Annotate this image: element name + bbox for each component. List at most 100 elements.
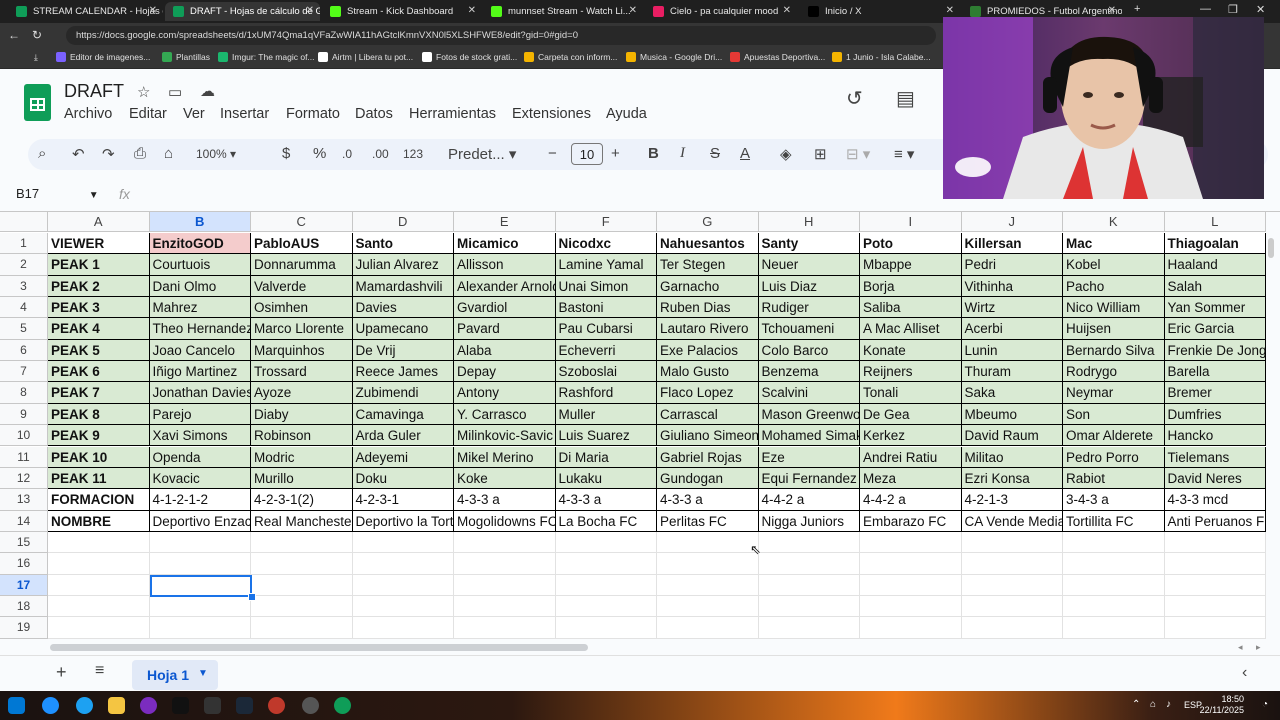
menu-datos[interactable]: Datos bbox=[355, 106, 393, 122]
new-tab-button[interactable]: + bbox=[1134, 3, 1140, 15]
menu-archivo[interactable]: Archivo bbox=[64, 106, 112, 122]
cell-c6[interactable]: Marquinhos bbox=[251, 339, 353, 362]
decrease-decimal-button[interactable]: .0 bbox=[342, 147, 352, 161]
cell-e14[interactable]: Mogolidowns FC bbox=[454, 510, 556, 532]
row-header[interactable]: 17 bbox=[0, 574, 48, 596]
decrease-font-size-icon[interactable]: − bbox=[548, 145, 557, 162]
cell-d18[interactable] bbox=[352, 595, 454, 618]
row-header[interactable]: 10 bbox=[0, 425, 48, 447]
cell-h18[interactable] bbox=[758, 595, 860, 618]
cell-i13[interactable]: 4-4-2 a bbox=[860, 489, 962, 511]
column-header-d[interactable]: D bbox=[352, 212, 454, 232]
file-explorer-icon[interactable] bbox=[108, 697, 125, 714]
cell-l19[interactable] bbox=[1164, 617, 1266, 639]
tab-close-icon[interactable]: ✕ bbox=[468, 5, 476, 16]
cell-a12[interactable]: PEAK 11 bbox=[48, 467, 150, 490]
cell-i1[interactable]: Poto bbox=[860, 233, 962, 255]
cell-c17[interactable] bbox=[251, 574, 353, 596]
search-menus-icon[interactable]: ⌕ bbox=[38, 145, 46, 162]
cell-e19[interactable] bbox=[454, 617, 556, 639]
cell-k6[interactable]: Bernardo Silva bbox=[1063, 339, 1165, 362]
cell-i2[interactable]: Mbappe bbox=[860, 254, 962, 276]
cell-c4[interactable]: Osimhen bbox=[251, 297, 353, 319]
cell-l14[interactable]: Anti Peruanos FC bbox=[1164, 510, 1266, 532]
cell-d19[interactable] bbox=[352, 617, 454, 639]
row-header[interactable]: 7 bbox=[0, 361, 48, 383]
cell-j19[interactable] bbox=[961, 617, 1063, 639]
row-header[interactable]: 8 bbox=[0, 382, 48, 404]
cell-c10[interactable]: Robinson bbox=[251, 425, 353, 447]
cell-b3[interactable]: Dani Olmo bbox=[149, 275, 251, 298]
cell-i10[interactable]: Kerkez bbox=[860, 425, 962, 447]
cell-h8[interactable]: Scalvini bbox=[758, 382, 860, 404]
cell-d5[interactable]: Upamecano bbox=[352, 318, 454, 340]
cell-h13[interactable]: 4-4-2 a bbox=[758, 489, 860, 511]
column-header-c[interactable]: C bbox=[251, 212, 353, 232]
cell-k14[interactable]: Tortillita FC bbox=[1063, 510, 1165, 532]
tab-close-icon[interactable]: ✕ bbox=[946, 5, 954, 16]
cell-f10[interactable]: Luis Suarez bbox=[555, 425, 657, 447]
cell-h9[interactable]: Mason Greenwood bbox=[758, 403, 860, 426]
cell-e16[interactable] bbox=[454, 553, 556, 575]
app-icon-1[interactable] bbox=[140, 697, 157, 714]
column-header-l[interactable]: L bbox=[1164, 212, 1266, 232]
cell-c14[interactable]: Real Manchester bbox=[251, 510, 353, 532]
cell-h11[interactable]: Eze bbox=[758, 446, 860, 468]
cell-f12[interactable]: Lukaku bbox=[555, 467, 657, 490]
number-format-button[interactable]: 123 bbox=[403, 147, 423, 161]
cell-g1[interactable]: Nahuesantos bbox=[657, 233, 759, 255]
cell-e5[interactable]: Pavard bbox=[454, 318, 556, 340]
move-folder-icon[interactable]: ▭ bbox=[168, 83, 182, 101]
cell-e7[interactable]: Depay bbox=[454, 361, 556, 383]
cell-g2[interactable]: Ter Stegen bbox=[657, 254, 759, 276]
collapse-side-panel-icon[interactable]: ‹ bbox=[1242, 664, 1247, 682]
column-header-h[interactable]: H bbox=[758, 212, 860, 232]
cell-h5[interactable]: Tchouameni bbox=[758, 318, 860, 340]
cell-b14[interactable]: Deportivo Enzacio bbox=[149, 510, 251, 532]
bookmark-item[interactable]: Apuestas Deportiva... bbox=[730, 52, 825, 62]
column-header-e[interactable]: E bbox=[454, 212, 556, 232]
cell-k3[interactable]: Pacho bbox=[1063, 275, 1165, 298]
vertical-scrollbar[interactable] bbox=[1268, 238, 1274, 258]
url-field[interactable]: https://docs.google.com/spreadsheets/d/1… bbox=[66, 26, 936, 45]
menu-editar[interactable]: Editar bbox=[129, 106, 167, 122]
cell-c1[interactable]: PabloAUS bbox=[251, 233, 353, 255]
cell-j10[interactable]: David Raum bbox=[961, 425, 1063, 447]
cell-c5[interactable]: Marco Llorente bbox=[251, 318, 353, 340]
cell-c19[interactable] bbox=[251, 617, 353, 639]
cell-j4[interactable]: Wirtz bbox=[961, 297, 1063, 319]
cell-k12[interactable]: Rabiot bbox=[1063, 467, 1165, 490]
cell-d14[interactable]: Deportivo la Torta bbox=[352, 510, 454, 532]
selected-cell-outline[interactable] bbox=[149, 574, 252, 597]
font-size-field[interactable]: 10 bbox=[571, 143, 603, 165]
cell-f1[interactable]: Nicodxc bbox=[555, 233, 657, 255]
cell-j9[interactable]: Mbeumo bbox=[961, 403, 1063, 426]
cell-f15[interactable] bbox=[555, 531, 657, 554]
menu-ayuda[interactable]: Ayuda bbox=[606, 106, 647, 122]
cell-f17[interactable] bbox=[555, 574, 657, 596]
cell-k10[interactable]: Omar Alderete bbox=[1063, 425, 1165, 447]
cell-c8[interactable]: Ayoze bbox=[251, 382, 353, 404]
row-header[interactable]: 3 bbox=[0, 275, 48, 298]
row-header[interactable]: 1 bbox=[0, 233, 48, 255]
browser-tab[interactable]: Stream - Kick Dashboard ✕ bbox=[322, 2, 482, 21]
back-icon[interactable]: ← bbox=[8, 28, 20, 42]
reload-icon[interactable]: ↻ bbox=[32, 28, 42, 42]
cell-c15[interactable] bbox=[251, 531, 353, 554]
network-icon[interactable]: ⌂ bbox=[1150, 699, 1156, 710]
italic-icon[interactable]: I bbox=[680, 145, 685, 162]
redo-icon[interactable]: ↷ bbox=[102, 145, 115, 163]
cell-j16[interactable] bbox=[961, 553, 1063, 575]
increase-font-size-icon[interactable]: + bbox=[611, 145, 620, 162]
row-header[interactable]: 18 bbox=[0, 595, 48, 618]
cell-c11[interactable]: Modric bbox=[251, 446, 353, 468]
cell-j12[interactable]: Ezri Konsa bbox=[961, 467, 1063, 490]
cell-f19[interactable] bbox=[555, 617, 657, 639]
volume-icon[interactable]: ♪ bbox=[1166, 699, 1171, 710]
cell-b13[interactable]: 4-1-2-1-2 bbox=[149, 489, 251, 511]
cell-i15[interactable] bbox=[860, 531, 962, 554]
fill-color-icon[interactable]: ◈ bbox=[780, 145, 792, 163]
cell-d11[interactable]: Adeyemi bbox=[352, 446, 454, 468]
cell-b7[interactable]: Iñigo Martinez bbox=[149, 361, 251, 383]
column-header-a[interactable]: A bbox=[48, 212, 150, 232]
